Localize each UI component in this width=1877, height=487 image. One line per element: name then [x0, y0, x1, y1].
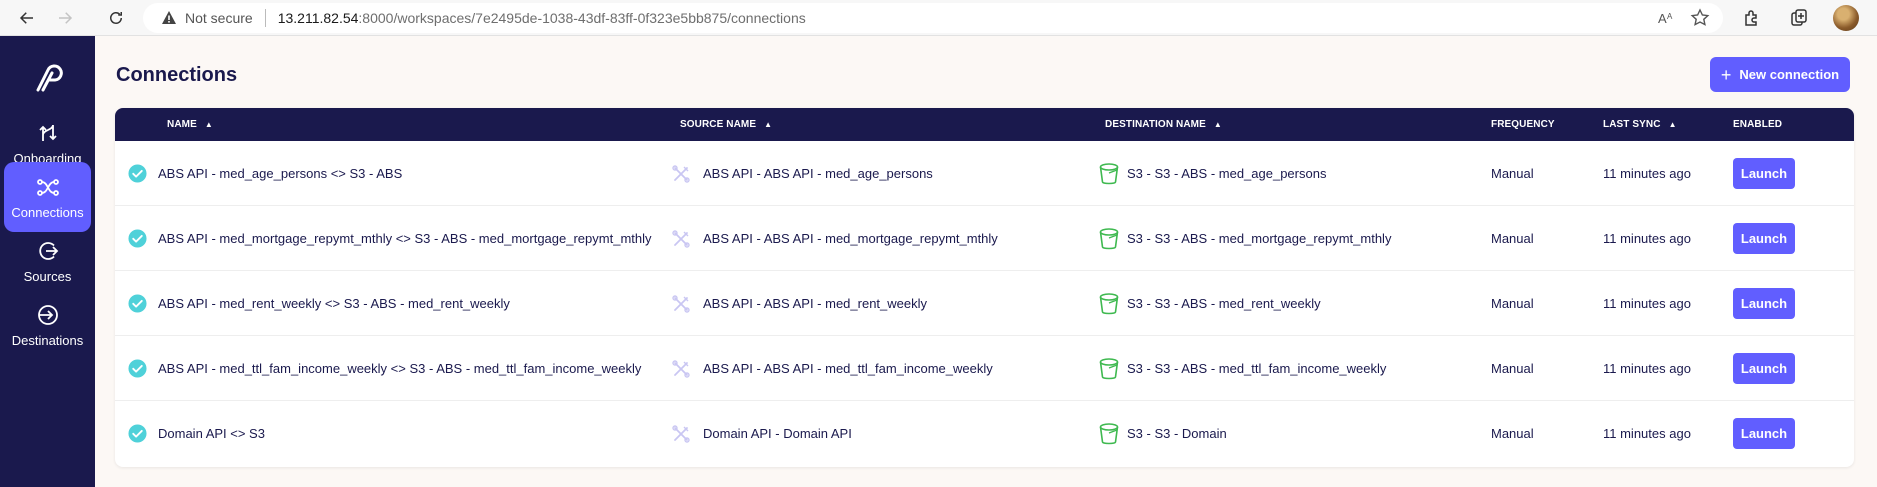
refresh-icon[interactable] — [104, 6, 128, 30]
address-bar[interactable]: Not secure 13.211.82.54:8000/workspaces/… — [143, 3, 1723, 33]
column-header-frequency: Frequency — [1491, 119, 1555, 130]
s3-bucket-icon — [1099, 163, 1119, 185]
connection-name: ABS API - med_mortgage_repymt_mthly <> S… — [158, 231, 652, 246]
source-name: ABS API - ABS API - med_age_persons — [703, 166, 933, 181]
frequency-value: Manual — [1491, 231, 1534, 246]
destination-name: S3 - S3 - ABS - med_ttl_fam_income_weekl… — [1127, 361, 1387, 376]
plus-icon: + — [1720, 64, 1732, 85]
destination-name: S3 - S3 - Domain — [1127, 426, 1227, 441]
s3-bucket-icon — [1099, 358, 1119, 380]
launch-button[interactable]: Launch — [1733, 223, 1795, 254]
sidebar-item-sources[interactable]: Sources — [4, 226, 91, 296]
launch-button[interactable]: Launch — [1733, 288, 1795, 319]
svg-text:A: A — [1658, 11, 1667, 26]
table-header: Name ▲ Source Name ▲ Destination Name ▲ Fre… — [115, 108, 1854, 141]
sort-asc-icon[interactable]: ▲ — [764, 120, 772, 129]
sidebar: Onboarding Connections Sources Destinati… — [0, 36, 95, 487]
connection-name: ABS API - med_ttl_fam_income_weekly <> S… — [158, 361, 642, 376]
status-check-icon — [128, 294, 147, 313]
destinations-icon — [37, 304, 58, 325]
table-row[interactable]: ABS API - med_mortgage_repymt_mthly <> S… — [115, 206, 1854, 271]
source-name: ABS API - ABS API - med_rent_weekly — [703, 296, 927, 311]
column-header-enabled: Enabled — [1733, 119, 1783, 130]
last-sync-value: 11 minutes ago — [1603, 426, 1691, 441]
last-sync-value: 11 minutes ago — [1603, 166, 1691, 181]
page-title: Connections — [116, 64, 238, 86]
frequency-value: Manual — [1491, 296, 1534, 311]
source-name: ABS API - ABS API - med_mortgage_repymt_… — [703, 231, 998, 246]
s3-bucket-icon — [1099, 228, 1119, 250]
extensions-icon[interactable] — [1742, 8, 1762, 28]
source-api-icon — [672, 425, 690, 443]
frequency-value: Manual — [1491, 361, 1534, 376]
s3-bucket-icon — [1099, 423, 1119, 445]
source-api-icon — [672, 360, 690, 378]
column-header-destination-name[interactable]: Destination Name ▲ — [1105, 119, 1222, 130]
launch-button[interactable]: Launch — [1733, 418, 1795, 449]
launch-button[interactable]: Launch — [1733, 158, 1795, 189]
column-header-source-name[interactable]: Source Name ▲ — [680, 119, 772, 130]
onboarding-icon — [38, 124, 57, 141]
table-row[interactable]: Domain API <> S3 Domain API - Domain API… — [115, 401, 1854, 466]
source-api-icon — [672, 295, 690, 313]
sidebar-item-label: Connections — [11, 204, 84, 220]
last-sync-value: 11 minutes ago — [1603, 296, 1691, 311]
not-secure-label: Not secure — [185, 10, 253, 26]
s3-bucket-icon — [1099, 293, 1119, 315]
airbyte-logo-icon[interactable] — [28, 60, 64, 96]
url-path: :8000/workspaces/7e2495de-1038-43df-83ff… — [358, 10, 806, 26]
favorite-star-icon[interactable] — [1690, 8, 1710, 28]
profile-avatar[interactable] — [1833, 5, 1859, 31]
browser-toolbar: Not secure 13.211.82.54:8000/workspaces/… — [0, 0, 1877, 36]
warning-icon — [162, 11, 176, 24]
table-row[interactable]: ABS API - med_age_persons <> S3 - ABS AB… — [115, 141, 1854, 206]
sort-asc-icon[interactable]: ▲ — [1214, 120, 1222, 129]
forward-icon[interactable] — [53, 6, 77, 30]
sidebar-item-destinations[interactable]: Destinations — [4, 290, 91, 360]
connection-name: ABS API - med_age_persons <> S3 - ABS — [158, 166, 403, 181]
source-name: ABS API - ABS API - med_ttl_fam_income_w… — [703, 361, 993, 376]
status-check-icon — [128, 164, 147, 183]
launch-button[interactable]: Launch — [1733, 353, 1795, 384]
address-separator — [264, 9, 266, 27]
connections-icon — [36, 178, 59, 196]
svg-text:A: A — [1667, 12, 1673, 21]
column-header-name[interactable]: Name ▲ — [167, 119, 213, 130]
back-icon[interactable] — [15, 6, 39, 30]
new-connection-label: New connection — [1739, 67, 1840, 82]
frequency-value: Manual — [1491, 166, 1534, 181]
connection-name: Domain API <> S3 — [158, 426, 265, 441]
table-row[interactable]: ABS API - med_ttl_fam_income_weekly <> S… — [115, 336, 1854, 401]
table-row[interactable]: ABS API - med_rent_weekly <> S3 - ABS - … — [115, 271, 1854, 336]
status-check-icon — [128, 229, 147, 248]
destination-name: S3 - S3 - ABS - med_age_persons — [1127, 166, 1327, 181]
last-sync-value: 11 minutes ago — [1603, 361, 1691, 376]
sidebar-item-label: Destinations — [11, 332, 84, 348]
read-aloud-icon[interactable]: AA — [1656, 8, 1676, 28]
connection-name: ABS API - med_rent_weekly <> S3 - ABS - … — [158, 296, 510, 311]
destination-name: S3 - S3 - ABS - med_mortgage_repymt_mthl… — [1127, 231, 1392, 246]
collections-icon[interactable] — [1789, 8, 1809, 28]
sort-asc-icon[interactable]: ▲ — [205, 120, 213, 129]
connections-table: Name ▲ Source Name ▲ Destination Name ▲ Fre… — [115, 108, 1854, 467]
main-content: Connections + New connection Name ▲ Sourc… — [95, 36, 1877, 487]
new-connection-button[interactable]: + New connection — [1710, 57, 1850, 92]
sources-icon — [38, 241, 58, 260]
last-sync-value: 11 minutes ago — [1603, 231, 1691, 246]
destination-name: S3 - S3 - ABS - med_rent_weekly — [1127, 296, 1321, 311]
source-api-icon — [672, 165, 690, 183]
status-check-icon — [128, 424, 147, 443]
sidebar-item-connections[interactable]: Connections — [4, 162, 91, 232]
sidebar-item-label: Sources — [23, 268, 72, 284]
url-host: 13.211.82.54 — [277, 10, 359, 26]
source-name: Domain API - Domain API — [703, 426, 852, 441]
status-check-icon — [128, 359, 147, 378]
sort-asc-icon[interactable]: ▲ — [1669, 120, 1677, 129]
column-header-last-sync[interactable]: Last Sync ▲ — [1603, 119, 1677, 130]
frequency-value: Manual — [1491, 426, 1534, 441]
source-api-icon — [672, 230, 690, 248]
